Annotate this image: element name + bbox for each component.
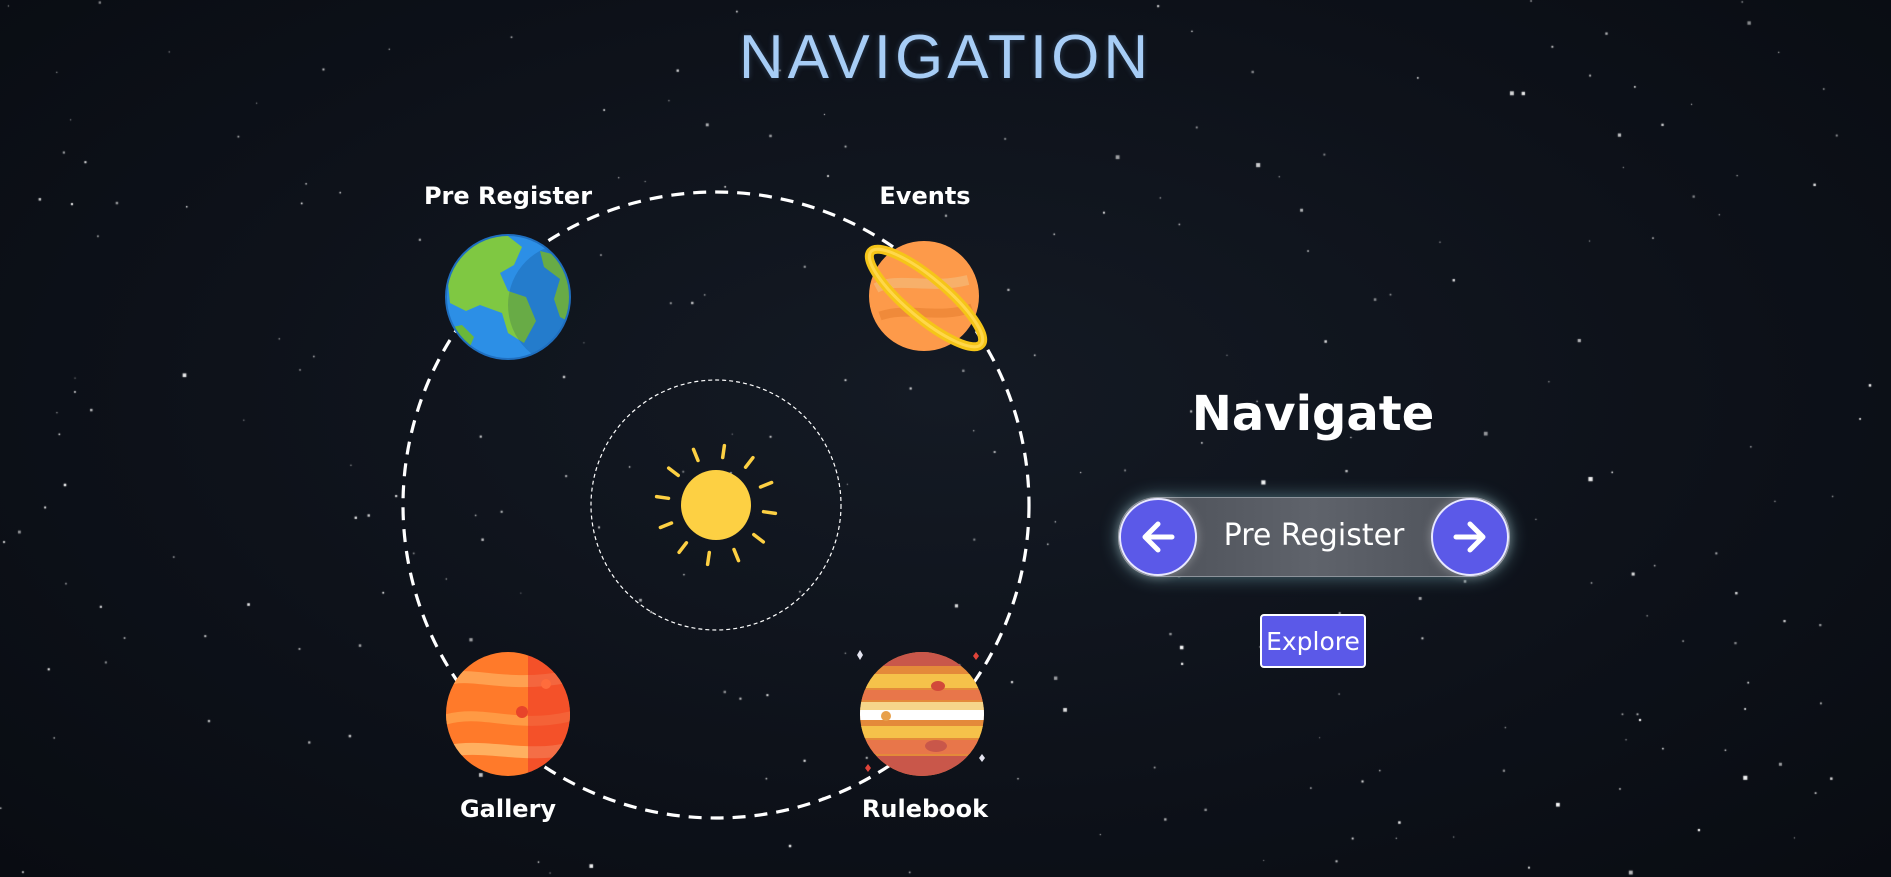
planet-label-gallery[interactable]: Gallery bbox=[460, 795, 556, 823]
arrow-right-icon bbox=[1453, 521, 1486, 553]
arrow-left-icon bbox=[1142, 521, 1175, 553]
navigate-heading: Navigate bbox=[1191, 386, 1435, 442]
next-button[interactable] bbox=[1431, 498, 1509, 576]
sun-icon bbox=[654, 443, 778, 567]
jupiter-planet-icon[interactable] bbox=[857, 646, 994, 782]
mars-planet-icon[interactable] bbox=[444, 650, 572, 778]
previous-button[interactable] bbox=[1119, 498, 1197, 576]
earth-planet-icon[interactable] bbox=[444, 233, 572, 361]
planet-label-events[interactable]: Events bbox=[879, 182, 970, 210]
planet-label-rulebook[interactable]: Rulebook bbox=[862, 795, 988, 823]
planet-label-pre-register[interactable]: Pre Register bbox=[424, 182, 592, 210]
destination-selector: Pre Register bbox=[1118, 497, 1510, 577]
explore-button[interactable]: Explore bbox=[1260, 614, 1366, 668]
saturn-planet-icon[interactable] bbox=[858, 228, 994, 364]
